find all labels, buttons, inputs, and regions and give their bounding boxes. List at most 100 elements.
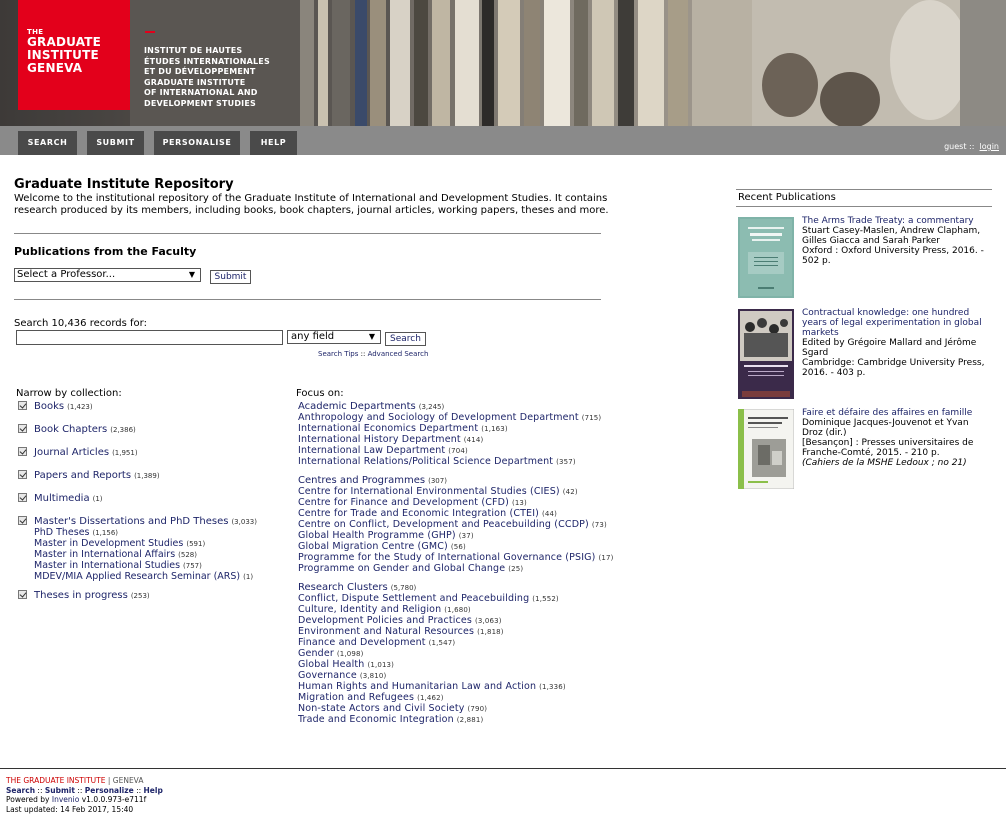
invenio-link[interactable]: Invenio [52,795,79,804]
focus-link[interactable]: Global Health Programme (GHP) [298,530,456,541]
focus-link[interactable]: Development Policies and Practices [298,615,472,626]
collection-link[interactable]: Master's Dissertations and PhD Theses [34,516,228,527]
focus-group-heading: Research Clusters (5,780) [298,582,416,593]
focus-link[interactable]: International Law Department [298,445,445,456]
focus-item: Governance (3,810) [298,670,386,681]
focus-link[interactable]: Conflict, Dispute Settlement and Peacebu… [298,593,529,604]
focus-link[interactable]: Global Health [298,659,364,670]
professor-select-value: Select a Professor... [17,269,116,280]
collection-checkbox[interactable] [18,424,27,433]
search-field-select[interactable]: any field ▼ [287,330,381,344]
focus-group-heading: Centres and Programmes (307) [298,475,447,486]
collection-link[interactable]: Papers and Reports [34,470,131,481]
focus-count: (357) [556,458,576,466]
collection-checkbox[interactable] [18,590,27,599]
book-cover-contractual-knowledge[interactable] [738,309,794,399]
focus-item: Conflict, Dispute Settlement and Peacebu… [298,593,559,604]
advanced-search-link[interactable]: Advanced Search [368,350,429,358]
logo-line-2: INSTITUTE [27,48,99,62]
focus-link[interactable]: International Economics Department [298,423,478,434]
collection-checkbox[interactable] [18,447,27,456]
focus-count: (3,810) [359,672,387,680]
focus-item: Environment and Natural Resources (1,818) [298,626,504,637]
login-link[interactable]: login [980,142,1000,151]
focus-link[interactable]: Human Rights and Humanitarian Law and Ac… [298,681,536,692]
collection-link[interactable]: Theses in progress [34,590,128,601]
search-button[interactable]: Search [385,332,426,346]
collection-link[interactable]: Books [34,401,64,412]
nav-submit-button[interactable]: SUBMIT [87,131,144,155]
subcollection-link[interactable]: Master in International Studies [34,560,180,571]
collection-checkbox[interactable] [18,516,27,525]
focus-link[interactable]: Non-state Actors and Civil Society [298,703,465,714]
focus-group-link[interactable]: Research Clusters [298,582,388,593]
faculty-submit-button[interactable]: Submit [210,270,251,284]
focus-count: (17) [598,554,614,562]
publication-title-link[interactable]: Contractual knowledge: one hundred years… [802,308,990,338]
focus-link[interactable]: International Relations/Political Scienc… [298,456,553,467]
focus-group-count: (3,245) [418,403,445,411]
book-cover-faire-et-defaire[interactable] [738,409,794,489]
focus-group-link[interactable]: Academic Departments [298,401,416,412]
subcollection-count: (1,156) [92,529,119,537]
focus-link[interactable]: Global Migration Centre (GMC) [298,541,448,552]
focus-link[interactable]: Culture, Identity and Religion [298,604,441,615]
subcollection-link[interactable]: MDEV/MIA Applied Research Seminar (ARS) [34,571,240,582]
subcollection-link[interactable]: Master in International Affairs [34,549,175,560]
nav-help-button[interactable]: HELP [250,131,297,155]
collection-item: Book Chapters (2,386) [18,424,136,435]
publication-authors: Stuart Casey-Maslen, Andrew Clapham, Gil… [802,226,981,246]
subcollection-count: (1) [243,573,254,581]
logo-line-1: GRADUATE [27,35,102,49]
focus-item: Development Policies and Practices (3,063… [298,615,502,626]
publication-title-link[interactable]: Faire et défaire des affaires en famille [802,408,990,418]
book-cover-arms-trade-treaty[interactable] [738,217,794,298]
collection-checkbox[interactable] [18,493,27,502]
subcollection-link[interactable]: PhD Theses [34,527,90,538]
footer-personalize-link[interactable]: Personalize [85,786,134,795]
focus-count: (25) [508,565,524,573]
collection-link[interactable]: Multimedia [34,493,90,504]
collection-count: (1,951) [112,449,138,457]
focus-link[interactable]: Anthropology and Sociology of Developmen… [298,412,579,423]
subcollection-link[interactable]: Master in Development Studies [34,538,183,549]
focus-link[interactable]: Programme on Gender and Global Change [298,563,505,574]
collection-checkbox[interactable] [18,470,27,479]
focus-link[interactable]: Centre for Finance and Development (CFD) [298,497,509,508]
username: guest [944,142,967,151]
nav-search-button[interactable]: SEARCH [18,131,77,155]
footer-pipe: | [105,776,113,785]
search-tips-link[interactable]: Search Tips [318,350,358,358]
institute-logo[interactable]: THE GRADUATE INSTITUTE GENEVA [18,0,130,110]
footer-links: Search :: Submit :: Personalize :: Help [6,785,163,795]
focus-item: Programme for the Study of International… [298,552,614,563]
publication-imprint: Cambridge: Cambridge University Press, 2… [802,358,985,378]
collection-link[interactable]: Book Chapters [34,424,107,435]
focus-count: (1,680) [444,606,471,614]
focus-link[interactable]: Centre for Trade and Economic Integratio… [298,508,539,519]
publication-authors: Dominique Jacques-Jouvenot et Yvan Droz … [802,418,969,438]
institute-name-text: INSTITUT DE HAUTES ÉTUDES INTERNATIONALE… [144,46,270,109]
nav-personalise-button[interactable]: PERSONALISE [154,131,240,155]
focus-link[interactable]: Finance and Development [298,637,426,648]
focus-group-link[interactable]: Centres and Programmes [298,475,425,486]
focus-link[interactable]: Centre for International Environmental S… [298,486,560,497]
publication-title-link[interactable]: The Arms Trade Treaty: a commentary [802,216,990,226]
focus-link[interactable]: Environment and Natural Resources [298,626,474,637]
footer-search-link[interactable]: Search [6,786,35,795]
focus-count: (1,547) [428,639,456,647]
focus-link[interactable]: Trade and Economic Integration [298,714,454,725]
professor-select[interactable]: Select a Professor... ▼ [14,268,201,282]
focus-link[interactable]: Centre on Conflict, Development and Peac… [298,519,589,530]
footer-submit-link[interactable]: Submit [45,786,75,795]
focus-link[interactable]: Programme for the Study of International… [298,552,596,563]
focus-link[interactable]: Gender [298,648,334,659]
search-help-links: Search Tips :: Advanced Search [318,350,428,358]
collection-checkbox[interactable] [18,401,27,410]
collection-link[interactable]: Journal Articles [34,447,109,458]
search-input[interactable] [16,330,283,345]
focus-link[interactable]: International History Department [298,434,461,445]
footer-help-link[interactable]: Help [144,786,163,795]
focus-link[interactable]: Governance [298,670,357,681]
focus-link[interactable]: Migration and Refugees [298,692,414,703]
